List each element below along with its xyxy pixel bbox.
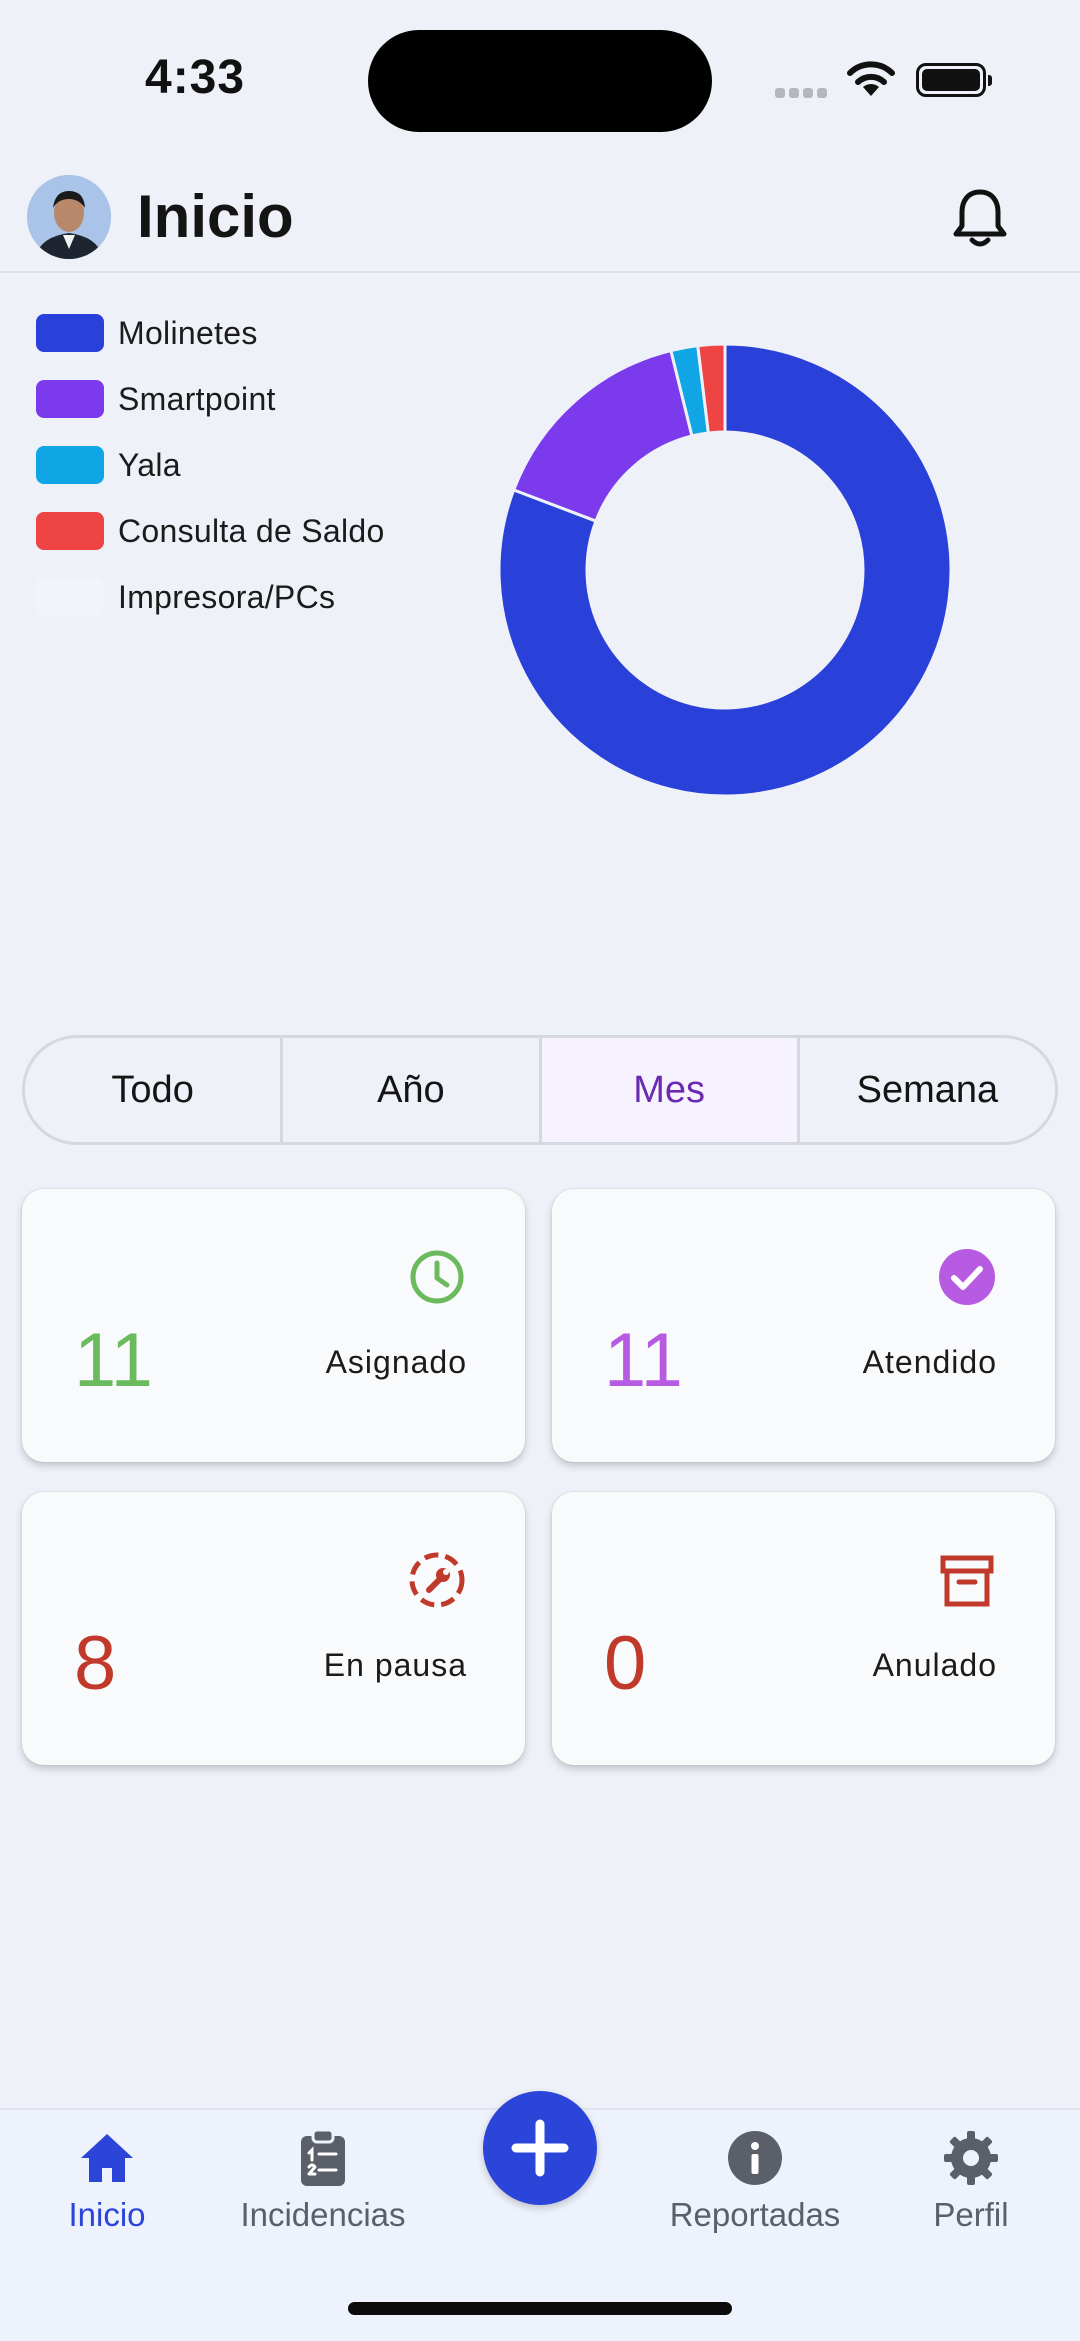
nav-item-inicio[interactable]: Inicio — [46, 2128, 168, 2234]
gear-icon — [944, 2131, 998, 2185]
clipboard-list-icon — [301, 2128, 345, 2186]
legend-item-consulta-de-saldo: Consulta de Saldo — [36, 498, 385, 564]
bell-icon[interactable] — [950, 186, 1010, 250]
nav-item-reportadas[interactable]: Reportadas — [660, 2128, 850, 2234]
legend-item-impresora-pcs: Impresora/PCs — [36, 564, 385, 630]
nav-label: Perfil — [933, 2196, 1009, 2233]
wifi-icon — [847, 61, 895, 96]
status-bar: 4:33 — [0, 0, 1080, 160]
legend-label: Smartpoint — [118, 380, 276, 417]
filter-mes[interactable]: Mes — [541, 1038, 800, 1142]
stat-count: 11 — [74, 1318, 153, 1403]
filter-ano[interactable]: Año — [283, 1038, 542, 1142]
plus-icon — [511, 2119, 569, 2177]
legend-item-molinetes: Molinetes — [36, 300, 385, 366]
cellular-signal-icon — [775, 85, 831, 103]
legend-swatch — [36, 512, 104, 550]
nav-label: Reportadas — [669, 2196, 841, 2233]
stat-label: En pausa — [323, 1647, 467, 1683]
legend-swatch — [36, 578, 104, 616]
stat-card-anulado[interactable]: 0 Anulado — [552, 1492, 1055, 1765]
wrench-icon — [409, 1552, 465, 1608]
legend-swatch — [36, 380, 104, 418]
page-title: Inicio — [137, 183, 294, 250]
stat-card-asignado[interactable]: 11 Asignado — [22, 1189, 525, 1462]
stat-count: 11 — [604, 1318, 683, 1403]
legend-swatch — [36, 314, 104, 352]
legend-item-smartpoint: Smartpoint — [36, 366, 385, 432]
stat-count: 0 — [604, 1621, 647, 1706]
filter-semana[interactable]: Semana — [800, 1038, 1055, 1142]
legend-label: Molinetes — [118, 314, 258, 351]
home-icon — [81, 2134, 133, 2182]
nav-label: Inicio — [68, 2196, 146, 2233]
add-incident-button[interactable] — [483, 2091, 597, 2205]
nav-item-incidencias[interactable]: Incidencias — [223, 2128, 423, 2234]
nav-label: Incidencias — [240, 2196, 406, 2233]
chart-legend: Molinetes Smartpoint Yala Consulta de Sa… — [36, 300, 385, 630]
donut-chart[interactable] — [495, 340, 955, 800]
stat-label: Atendido — [862, 1344, 997, 1380]
legend-label: Impresora/PCs — [118, 578, 336, 615]
dynamic-island — [368, 30, 712, 132]
stat-card-atendido[interactable]: 11 Atendido — [552, 1189, 1055, 1462]
donut-slice-smartpoint[interactable] — [511, 348, 694, 523]
avatar[interactable] — [27, 175, 111, 259]
stat-count: 8 — [74, 1621, 117, 1706]
stat-card-en-pausa[interactable]: 8 En pausa — [22, 1492, 525, 1765]
period-filter: Todo Año Mes Semana — [22, 1035, 1058, 1145]
legend-label: Yala — [118, 446, 181, 483]
stat-label: Asignado — [325, 1344, 467, 1380]
filter-todo[interactable]: Todo — [25, 1038, 284, 1142]
nav-item-perfil[interactable]: Perfil — [920, 2128, 1022, 2234]
battery-icon — [916, 63, 992, 97]
legend-swatch — [36, 446, 104, 484]
home-indicator — [348, 2302, 732, 2315]
check-circle-icon — [939, 1249, 995, 1305]
info-icon — [728, 2131, 782, 2185]
clock-icon — [410, 1250, 464, 1304]
status-time: 4:33 — [145, 51, 246, 104]
app-header: Inicio — [0, 160, 1080, 273]
stat-label: Anulado — [872, 1647, 997, 1683]
legend-item-yala: Yala — [36, 432, 385, 498]
archive-icon — [940, 1555, 994, 1607]
legend-label: Consulta de Saldo — [118, 512, 385, 549]
